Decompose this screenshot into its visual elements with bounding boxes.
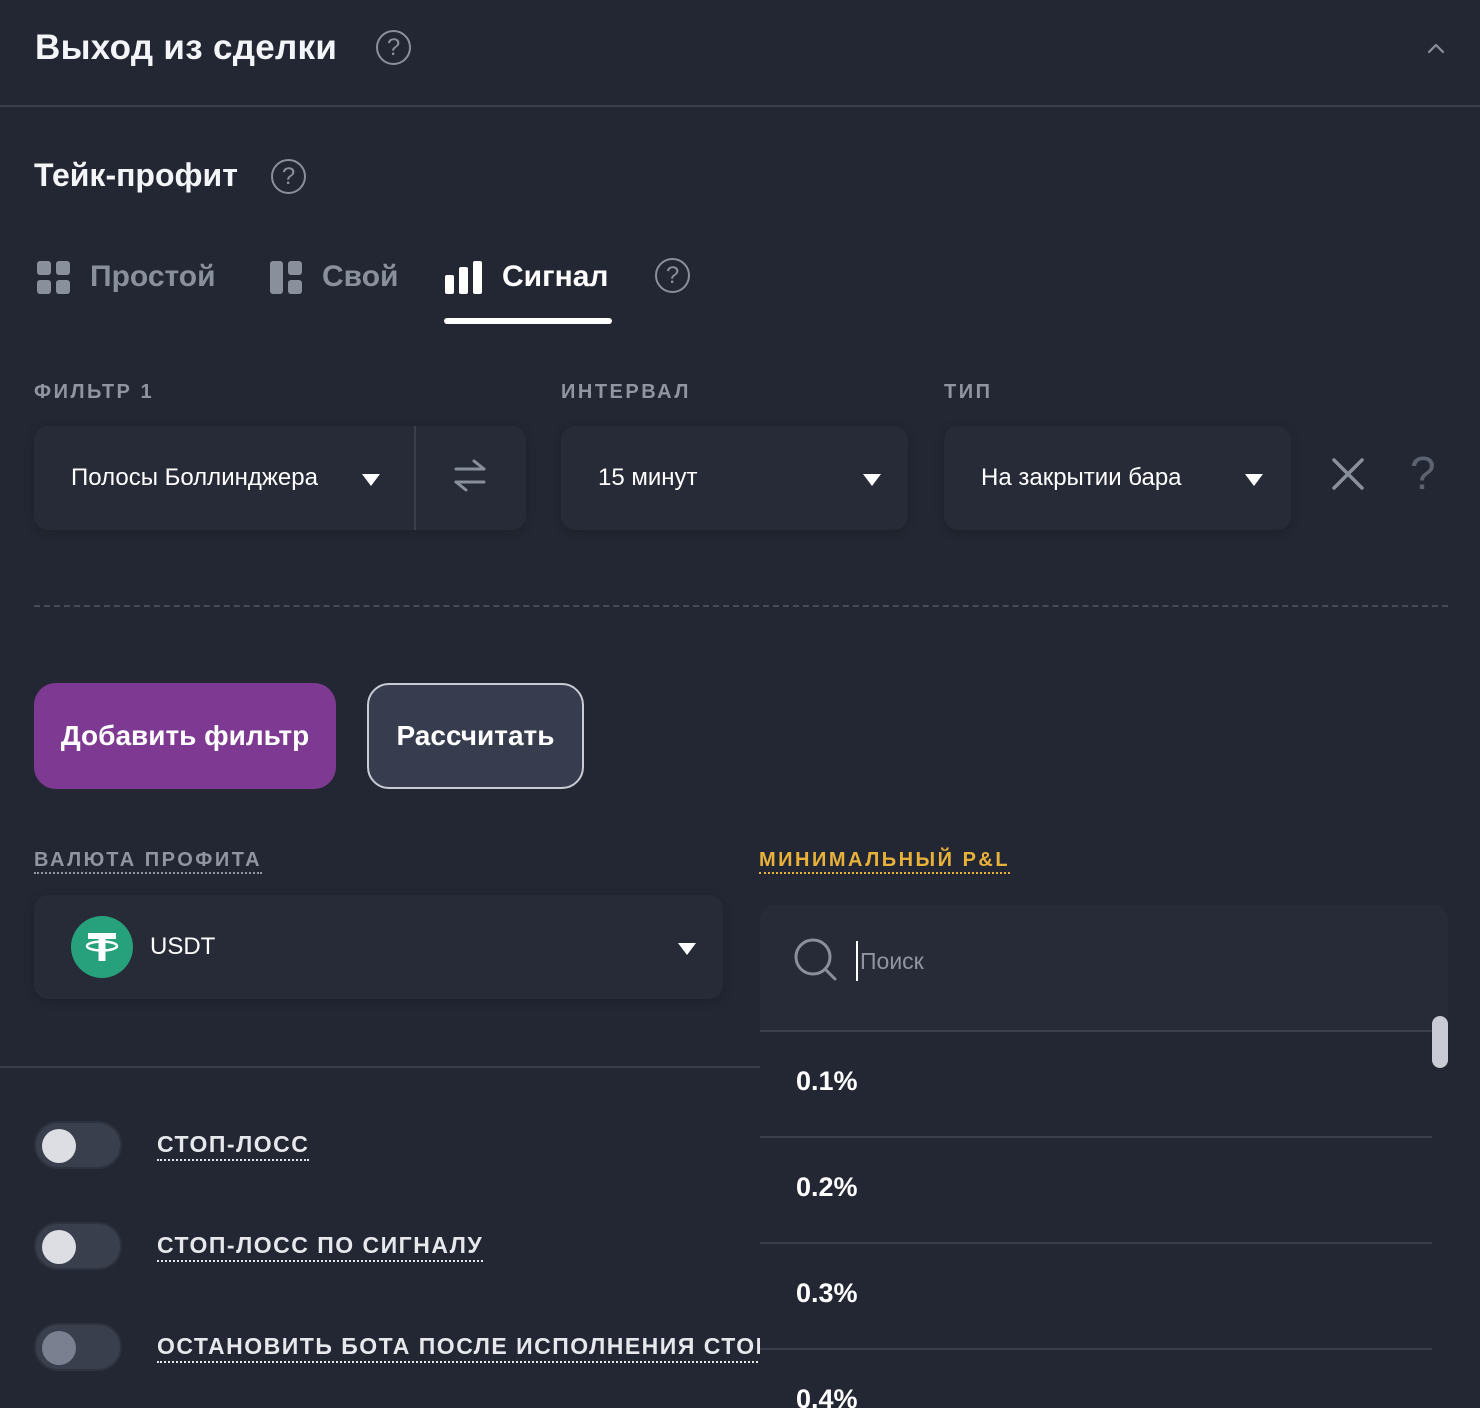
indicator-select-value: Полосы Боллинджера — [71, 464, 318, 491]
tab-simple-label: Простой — [90, 260, 216, 293]
chevron-down-icon — [362, 474, 380, 486]
toggle-knob — [42, 1230, 76, 1264]
tether-icon — [71, 916, 133, 978]
pnl-option[interactable]: 0.1% — [760, 1032, 1432, 1138]
interval-select-value: 15 минут — [598, 464, 698, 491]
min-pnl-label-text: МИНИМАЛЬНЫЙ P&L — [759, 849, 1011, 874]
pnl-option-label: 0.3% — [796, 1278, 858, 1308]
calculate-button[interactable]: Рассчитать — [367, 683, 584, 789]
tab-signal-label: Сигнал — [502, 260, 609, 293]
signal-stop-loss-toggle[interactable] — [34, 1222, 122, 1270]
pnl-option-label: 0.2% — [796, 1172, 858, 1202]
tab-custom[interactable]: Свой — [270, 252, 398, 302]
chevron-down-icon — [1245, 474, 1263, 486]
pnl-option[interactable]: 0.2% — [760, 1138, 1432, 1244]
signal-stop-loss-label[interactable]: Стоп-лосс по сигналу — [157, 1232, 484, 1262]
tabs-help-icon[interactable]: ? — [655, 258, 690, 293]
take-profit-help-icon[interactable]: ? — [271, 159, 306, 194]
chevron-up-icon[interactable] — [1425, 38, 1447, 60]
section-divider — [0, 1066, 760, 1068]
toggle-knob — [42, 1331, 76, 1365]
currency-select[interactable]: USDT — [34, 895, 723, 999]
tab-simple[interactable]: Простой — [37, 252, 216, 302]
exit-help-icon[interactable]: ? — [376, 30, 411, 65]
profit-currency-label[interactable]: ВАЛЮТА ПРОФИТА — [34, 849, 263, 874]
pnl-option[interactable]: 0.3% — [760, 1244, 1432, 1350]
add-filter-button[interactable]: Добавить фильтр — [34, 683, 336, 789]
pnl-option-label: 0.4% — [796, 1384, 858, 1408]
stop-loss-toggle[interactable] — [34, 1121, 122, 1169]
indicator-divider — [414, 426, 416, 530]
filter-help-icon[interactable]: ? — [1410, 446, 1436, 500]
interval-select[interactable]: 15 минут — [561, 426, 908, 530]
min-pnl-dropdown[interactable]: 0.1% 0.2% 0.3% 0.4% — [760, 905, 1448, 1408]
interval-label: ИНТЕРВАЛ — [561, 381, 691, 403]
chevron-down-icon — [863, 474, 881, 486]
bar-chart-icon — [445, 260, 482, 294]
page: Выход из сделки ? Тейк-профит ? Простой … — [0, 0, 1480, 1408]
profit-currency-label-text: ВАЛЮТА ПРОФИТА — [34, 849, 263, 874]
currency-select-value: USDT — [150, 933, 216, 960]
type-select[interactable]: На закрытии бара — [944, 426, 1291, 530]
layout-icon — [270, 260, 302, 294]
pnl-option[interactable]: 0.4% — [760, 1350, 1432, 1408]
tab-signal[interactable]: Сигнал — [445, 252, 608, 302]
search-input[interactable] — [856, 941, 1256, 981]
filter-label: ФИЛЬТР 1 — [34, 381, 155, 403]
min-pnl-search — [760, 905, 1448, 1032]
toggle-knob — [42, 1129, 76, 1163]
chevron-down-icon — [678, 943, 696, 955]
dashed-divider — [34, 605, 1448, 607]
swap-icon[interactable] — [452, 458, 488, 494]
take-profit-title: Тейк-профит — [34, 157, 238, 193]
type-select-value: На закрытии бара — [981, 464, 1182, 491]
dropdown-scrollbar[interactable] — [1432, 1016, 1448, 1068]
stop-loss-label[interactable]: Стоп-лосс — [157, 1131, 310, 1161]
exit-section-title: Выход из сделки — [35, 28, 338, 67]
pnl-option-label: 0.1% — [796, 1066, 858, 1096]
active-tab-indicator — [444, 318, 612, 324]
exit-section-header[interactable]: Выход из сделки ? — [0, 0, 1480, 107]
min-pnl-label[interactable]: МИНИМАЛЬНЫЙ P&L — [759, 849, 1011, 874]
tab-custom-label: Свой — [322, 260, 399, 293]
grid-icon — [37, 260, 70, 294]
close-icon[interactable] — [1328, 454, 1368, 494]
type-label: ТИП — [944, 381, 993, 403]
search-icon — [794, 938, 837, 981]
stop-bot-toggle[interactable] — [34, 1323, 122, 1371]
